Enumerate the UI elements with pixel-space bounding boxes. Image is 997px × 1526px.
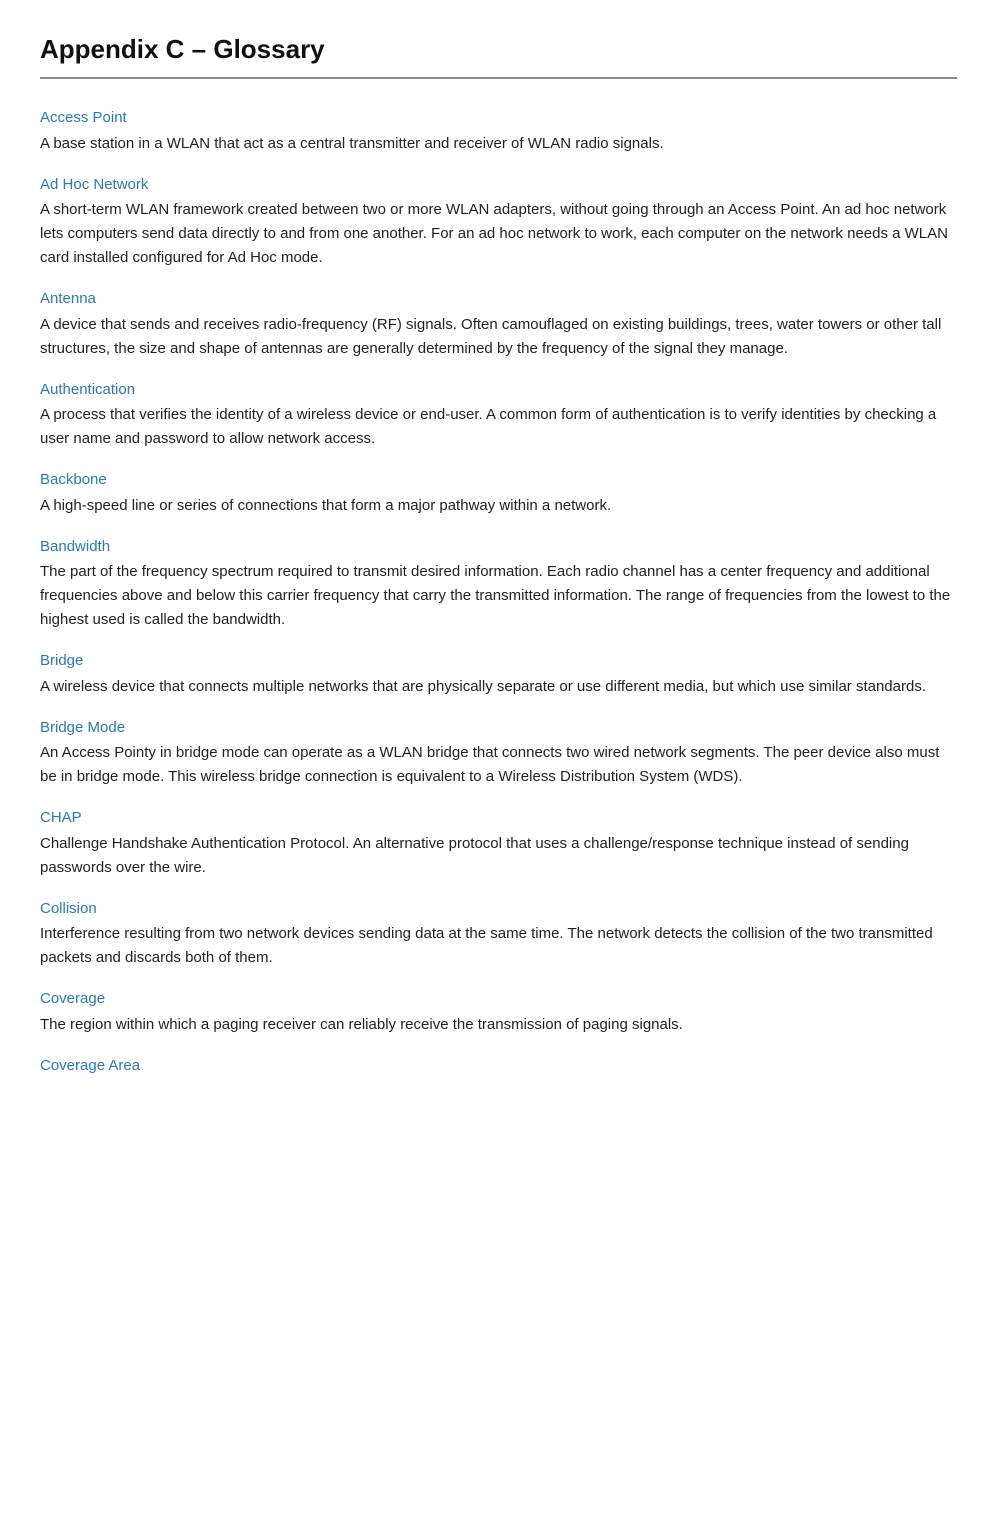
definition-bridge: A wireless device that connects multiple… xyxy=(40,675,957,699)
page-title: Appendix C – Glossary xyxy=(40,30,957,79)
glossary-entry-bridge: BridgeA wireless device that connects mu… xyxy=(40,650,957,699)
glossary-entry-bandwidth: BandwidthThe part of the frequency spect… xyxy=(40,536,957,633)
term-bandwidth: Bandwidth xyxy=(40,536,957,559)
glossary-entry-antenna: AntennaA device that sends and receives … xyxy=(40,288,957,361)
glossary-entry-authentication: AuthenticationA process that verifies th… xyxy=(40,379,957,452)
term-bridge: Bridge xyxy=(40,650,957,673)
definition-ad-hoc-network: A short-term WLAN framework created betw… xyxy=(40,198,957,270)
definition-antenna: A device that sends and receives radio-f… xyxy=(40,313,957,361)
term-bridge-mode: Bridge Mode xyxy=(40,717,957,740)
definition-collision: Interference resulting from two network … xyxy=(40,922,957,970)
definition-access-point: A base station in a WLAN that act as a c… xyxy=(40,132,957,156)
term-authentication: Authentication xyxy=(40,379,957,402)
glossary-entry-coverage: CoverageThe region within which a paging… xyxy=(40,988,957,1037)
term-chap: CHAP xyxy=(40,807,957,830)
glossary-entry-bridge-mode: Bridge ModeAn Access Pointy in bridge mo… xyxy=(40,717,957,790)
term-collision: Collision xyxy=(40,898,957,921)
glossary-entry-coverage-area: Coverage Area xyxy=(40,1055,957,1078)
term-backbone: Backbone xyxy=(40,469,957,492)
term-ad-hoc-network: Ad Hoc Network xyxy=(40,174,957,197)
glossary-entry-ad-hoc-network: Ad Hoc NetworkA short-term WLAN framewor… xyxy=(40,174,957,271)
definition-bandwidth: The part of the frequency spectrum requi… xyxy=(40,560,957,632)
glossary-entry-access-point: Access PointA base station in a WLAN tha… xyxy=(40,107,957,156)
definition-authentication: A process that verifies the identity of … xyxy=(40,403,957,451)
term-coverage-area: Coverage Area xyxy=(40,1055,957,1078)
glossary-container: Access PointA base station in a WLAN tha… xyxy=(40,107,957,1077)
glossary-entry-collision: CollisionInterference resulting from two… xyxy=(40,898,957,971)
definition-coverage: The region within which a paging receive… xyxy=(40,1013,957,1037)
definition-bridge-mode: An Access Pointy in bridge mode can oper… xyxy=(40,741,957,789)
definition-backbone: A high-speed line or series of connectio… xyxy=(40,494,957,518)
definition-chap: Challenge Handshake Authentication Proto… xyxy=(40,832,957,880)
glossary-entry-chap: CHAPChallenge Handshake Authentication P… xyxy=(40,807,957,880)
term-access-point: Access Point xyxy=(40,107,957,130)
term-coverage: Coverage xyxy=(40,988,957,1011)
glossary-entry-backbone: BackboneA high-speed line or series of c… xyxy=(40,469,957,518)
term-antenna: Antenna xyxy=(40,288,957,311)
